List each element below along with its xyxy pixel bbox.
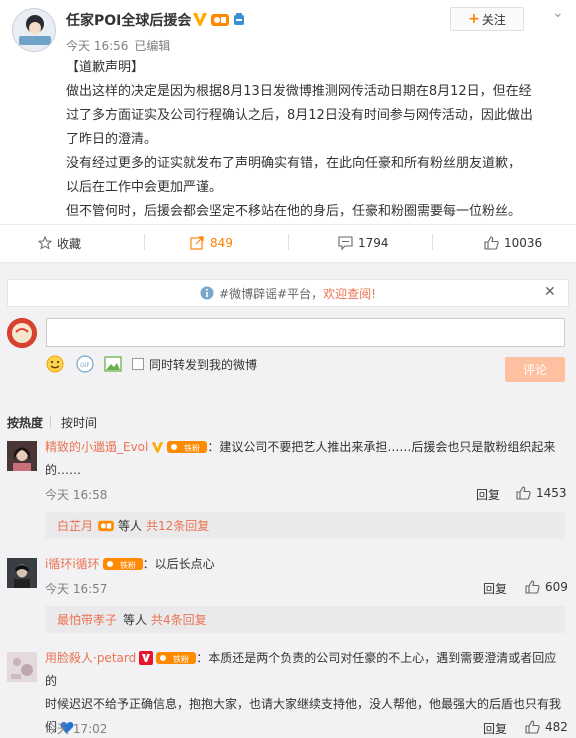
divider bbox=[0, 224, 576, 225]
star-icon bbox=[38, 236, 52, 250]
fan-badge-label: 铁粉 bbox=[173, 654, 189, 664]
sub-reply-user[interactable]: 最怕带孝子 bbox=[57, 611, 117, 628]
reply-button[interactable]: 回复 bbox=[483, 720, 507, 737]
sub-replies-link[interactable]: 白芷月 等人 共12条回复 bbox=[45, 512, 565, 539]
reply-button[interactable]: 回复 bbox=[476, 486, 500, 503]
sub-reply-user[interactable]: 白芷月 bbox=[57, 517, 93, 534]
fan-badge-icon: 铁粉 bbox=[167, 441, 208, 453]
comment-like-count: 1453 bbox=[536, 486, 567, 500]
repost-checkbox-label[interactable]: 同时转发到我的微博 bbox=[149, 356, 257, 373]
thumbs-up-icon bbox=[525, 720, 540, 734]
reply-button[interactable]: 回复 bbox=[483, 580, 507, 597]
comment-time: 今天 16:58 bbox=[45, 488, 108, 502]
post-meta: 今天 16:56 已编辑 bbox=[66, 37, 170, 54]
thumbs-up-icon bbox=[516, 486, 531, 500]
comment-body: ：建议公司不要把艺人推出来承担……后援会也只是散粉组织起来 bbox=[207, 440, 556, 454]
close-icon[interactable]: ✕ bbox=[544, 284, 556, 300]
commenter-avatar[interactable] bbox=[7, 441, 37, 471]
favorite-button[interactable]: 收藏 bbox=[38, 234, 81, 252]
thumbs-up-icon bbox=[525, 580, 540, 594]
notice-link[interactable]: 欢迎查阅! bbox=[323, 285, 376, 302]
info-icon bbox=[200, 286, 214, 300]
comment-count: 1794 bbox=[358, 236, 389, 250]
comment-input[interactable] bbox=[46, 318, 565, 347]
fan-badge-icon bbox=[211, 14, 229, 26]
svg-text:GIF: GIF bbox=[80, 362, 90, 369]
comment-like-button[interactable]: 1453 bbox=[516, 486, 567, 500]
repost-count: 849 bbox=[210, 236, 233, 250]
comment-time: 今天 17:02 bbox=[45, 722, 108, 736]
like-count: 10036 bbox=[504, 236, 543, 250]
commenter-name[interactable]: i循环i循环 bbox=[45, 557, 100, 571]
sub-replies-link[interactable]: 最怕带孝子 等人 共4条回复 bbox=[45, 606, 565, 633]
follow-button[interactable]: + 关注 bbox=[450, 7, 524, 31]
post-paragraph: 但不管何时，后援会都会坚定不移站在他的身后，任豪和粉圈需要每一位粉丝。 bbox=[66, 204, 522, 219]
emoji-icon[interactable] bbox=[46, 355, 64, 373]
comment-like-button[interactable]: 482 bbox=[525, 720, 568, 734]
submit-comment-button[interactable]: 评论 bbox=[505, 357, 565, 382]
repost-icon bbox=[190, 236, 204, 250]
plus-icon: + bbox=[468, 11, 480, 27]
rumor-notice-banner: #微博辟谣#平台， 欢迎查阅! bbox=[7, 279, 569, 307]
comment-button[interactable]: 1794 bbox=[338, 234, 389, 252]
divider bbox=[144, 234, 145, 250]
author-name[interactable]: 任家POI全球后援会 bbox=[66, 10, 191, 30]
verified-v-box-icon bbox=[139, 651, 154, 665]
commenter-avatar[interactable] bbox=[7, 652, 37, 682]
post-text: 【道歉声明】 做出这样的决定是因为根据8月13日发微博推测网传活动日期在8月12… bbox=[66, 56, 562, 224]
post-paragraph: 【道歉声明】 bbox=[66, 60, 145, 75]
thumbs-up-icon bbox=[484, 236, 499, 250]
post-paragraph: 没有经过更多的证实就发布了声明确实有错，在此向任豪和所有粉丝朋友道歉， bbox=[66, 156, 522, 171]
image-icon[interactable] bbox=[104, 355, 122, 373]
sub-reply-total[interactable]: 共4条回复 bbox=[151, 611, 207, 628]
comment-text: 精致的小邋遢_Evol 铁粉 ：建议公司不要把艺人推出来承担……后援会也只是散粉组织… bbox=[45, 436, 565, 482]
fan-badge-icon: 铁粉 bbox=[156, 652, 197, 664]
divider bbox=[432, 234, 433, 250]
verified-v-icon bbox=[193, 13, 207, 26]
comment-like-count: 609 bbox=[545, 580, 568, 594]
divider bbox=[288, 234, 289, 250]
comment-body: ：以后长点心 bbox=[142, 557, 215, 571]
repost-button[interactable]: 849 bbox=[190, 234, 233, 252]
current-user-avatar bbox=[7, 318, 37, 348]
fan-badge-label: 铁粉 bbox=[120, 560, 136, 570]
commenter-name[interactable]: 用脸殺人·petard bbox=[45, 651, 136, 665]
post-paragraph: 以后在工作中会更加严谨。 bbox=[66, 180, 223, 195]
sort-by-time-tab[interactable]: 按时间 bbox=[61, 414, 97, 431]
comment-text: i循环i循环 铁粉 ：以后长点心 bbox=[45, 553, 565, 576]
gif-icon[interactable]: GIF bbox=[76, 355, 94, 373]
sub-reply-total[interactable]: 共12条回复 bbox=[146, 517, 209, 534]
fan-badge-icon bbox=[98, 520, 114, 532]
commenter-avatar[interactable] bbox=[7, 558, 37, 588]
post-paragraph: 做出这样的决定是因为根据8月13日发微博推测网传活动日期在8月12日，但在经 bbox=[66, 84, 532, 99]
post-paragraph: 了昨日的澄清。 bbox=[66, 132, 158, 147]
repost-checkbox[interactable] bbox=[132, 358, 144, 370]
author-avatar[interactable] bbox=[12, 8, 56, 52]
verified-v-icon bbox=[152, 442, 164, 453]
post-paragraph: 过了多方面证实及公司行程确认之后，8月12日没有时间参与网传活动，因此做出 bbox=[66, 108, 533, 123]
sort-by-hot-tab[interactable]: 按热度 bbox=[7, 414, 43, 431]
favorite-label: 收藏 bbox=[57, 236, 82, 251]
post-time[interactable]: 今天 16:56 bbox=[66, 39, 128, 53]
follow-label: 关注 bbox=[481, 12, 506, 27]
member-cup-icon bbox=[234, 13, 244, 25]
comment-body: 的…… bbox=[45, 463, 82, 477]
notice-text: #微博辟谣#平台， bbox=[219, 286, 324, 301]
commenter-name[interactable]: 精致的小邋遢_Evol bbox=[45, 440, 148, 454]
sub-reply-mid: 等人 bbox=[118, 519, 143, 533]
fan-badge-label: 铁粉 bbox=[184, 443, 200, 453]
chevron-down-icon[interactable]: ⌄ bbox=[552, 5, 564, 21]
fan-badge-icon: 铁粉 bbox=[102, 558, 143, 570]
edited-label: 已编辑 bbox=[134, 39, 171, 53]
divider bbox=[50, 416, 51, 428]
comment-icon bbox=[338, 236, 353, 250]
sub-reply-mid: 等人 bbox=[123, 613, 148, 627]
comment-body: 时候迟迟不给予正确信息，抱抱大家，也请大家继续支持他，没人帮他，他最强大的后盾也… bbox=[45, 697, 562, 711]
like-button[interactable]: 10036 bbox=[484, 234, 542, 252]
comment-like-count: 482 bbox=[545, 720, 568, 734]
comment-like-button[interactable]: 609 bbox=[525, 580, 568, 594]
comment-time: 今天 16:57 bbox=[45, 582, 108, 596]
